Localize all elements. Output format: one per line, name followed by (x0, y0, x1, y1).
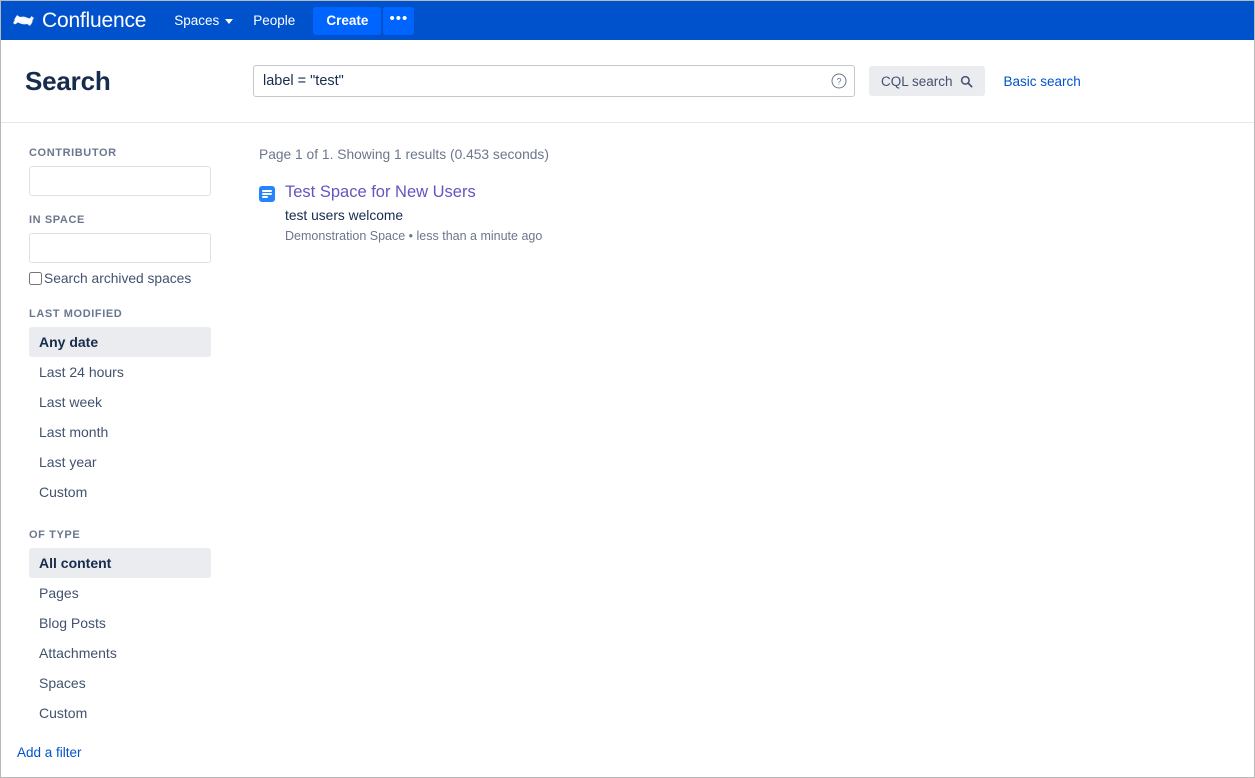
contributor-input[interactable] (29, 166, 211, 196)
of-type-options: All content Pages Blog Posts Attachments… (29, 548, 211, 728)
search-result-body: Test Space for New Users test users welc… (285, 181, 542, 243)
last-modified-option-last-month[interactable]: Last month (29, 417, 211, 447)
of-type-option-spaces[interactable]: Spaces (29, 668, 211, 698)
last-modified-option-custom[interactable]: Custom (29, 477, 211, 507)
more-options-button[interactable]: ••• (383, 6, 415, 35)
add-a-filter-link[interactable]: Add a filter (17, 745, 82, 760)
of-type-option-blog-posts[interactable]: Blog Posts (29, 608, 211, 638)
of-type-option-custom[interactable]: Custom (29, 698, 211, 728)
search-icon (960, 75, 973, 88)
confluence-logo-icon (13, 15, 34, 26)
cql-search-button-label: CQL search (881, 73, 953, 89)
confluence-search-window: Confluence Spaces People Create ••• Sear… (0, 0, 1255, 778)
chevron-down-icon (225, 19, 234, 24)
last-modified-option-any-date[interactable]: Any date (29, 327, 211, 357)
last-modified-option-last-24-hours[interactable]: Last 24 hours (29, 357, 211, 387)
last-modified-option-last-year[interactable]: Last year (29, 447, 211, 477)
of-type-label: OF TYPE (29, 529, 81, 541)
search-result-source: Demonstration Space • less than a minute… (285, 229, 543, 244)
brand-name: Confluence (42, 8, 147, 32)
svg-text:?: ? (836, 77, 841, 87)
cql-search-field-wrapper: ? (253, 65, 855, 97)
search-result-snippet: test users welcome (285, 208, 404, 224)
last-modified-options: Any date Last 24 hours Last week Last mo… (29, 327, 211, 507)
of-type-option-pages[interactable]: Pages (29, 578, 211, 608)
nav-actions: Create ••• (313, 6, 415, 35)
in-space-input[interactable] (29, 233, 211, 263)
results-summary: Page 1 of 1. Showing 1 results (0.453 se… (259, 147, 549, 162)
top-navigation-bar: Confluence Spaces People Create ••• (1, 1, 1254, 40)
in-space-label: IN SPACE (29, 214, 85, 226)
page-icon (259, 186, 275, 202)
question-circle-icon[interactable]: ? (831, 73, 847, 89)
cql-search-input[interactable] (253, 65, 855, 97)
filters-sidebar: CONTRIBUTOR IN SPACE Search archived spa… (1, 123, 235, 776)
search-results-panel: Page 1 of 1. Showing 1 results (0.453 se… (235, 123, 1254, 776)
search-archived-spaces-row[interactable]: Search archived spaces (29, 271, 211, 286)
search-header: Search ? CQL search Basic search (1, 40, 1254, 123)
search-archived-spaces-label: Search archived spaces (44, 271, 192, 286)
search-archived-spaces-checkbox[interactable] (29, 272, 42, 285)
cql-search-button[interactable]: CQL search (869, 66, 985, 96)
create-button[interactable]: Create (313, 6, 382, 35)
nav-item-spaces-label: Spaces (174, 13, 220, 28)
contributor-label: CONTRIBUTOR (29, 147, 117, 159)
of-type-option-attachments[interactable]: Attachments (29, 638, 211, 668)
of-type-option-all-content[interactable]: All content (29, 548, 211, 578)
nav-item-spaces[interactable]: Spaces (164, 1, 243, 40)
last-modified-option-last-week[interactable]: Last week (29, 387, 211, 417)
nav-item-people-label: People (253, 13, 296, 28)
search-result-row: Test Space for New Users test users welc… (259, 181, 1230, 243)
basic-search-link[interactable]: Basic search (1004, 74, 1081, 89)
page-content: CONTRIBUTOR IN SPACE Search archived spa… (1, 123, 1254, 776)
confluence-home-link[interactable]: Confluence (13, 9, 146, 33)
nav-item-people[interactable]: People (243, 1, 305, 40)
last-modified-label: LAST MODIFIED (29, 308, 123, 320)
search-result-title-link[interactable]: Test Space for New Users (285, 181, 542, 203)
page-title: Search (25, 65, 111, 96)
